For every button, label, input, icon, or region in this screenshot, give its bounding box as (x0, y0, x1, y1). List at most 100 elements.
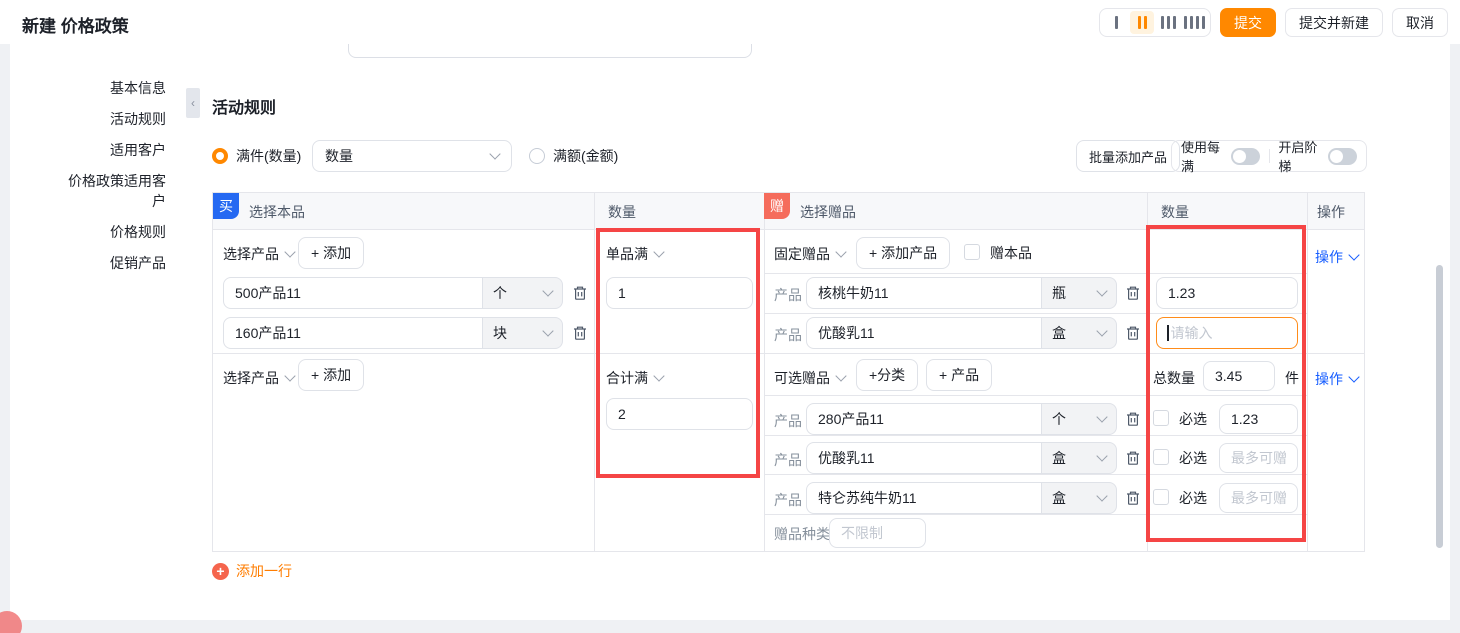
unit-select[interactable]: 盒 (1041, 482, 1117, 514)
gift-qty-input[interactable] (1219, 443, 1298, 473)
delete-row-icon[interactable] (1125, 450, 1141, 466)
sidebar-item-activity-rules[interactable]: 活动规则 (46, 109, 166, 129)
radio-by-amount[interactable] (529, 148, 545, 164)
gift-name-input[interactable] (806, 482, 1042, 514)
unit-select[interactable]: 盒 (1041, 442, 1117, 474)
gift-name-input[interactable] (806, 317, 1042, 349)
qty-input[interactable] (606, 277, 753, 309)
total-qty-input[interactable] (1203, 361, 1275, 391)
density-switcher[interactable] (1099, 8, 1211, 37)
density-option-4[interactable] (1182, 11, 1206, 34)
radio-by-quantity[interactable] (212, 148, 228, 164)
chevron-down-icon (1348, 371, 1359, 382)
scrolled-field-partial[interactable] (348, 44, 752, 58)
chevron-down-icon (1096, 285, 1107, 296)
quantity-type-select-value: 数量 (325, 146, 353, 166)
unit-select[interactable]: 块 (482, 317, 563, 349)
gift-name-input[interactable] (806, 442, 1042, 474)
vertical-scrollbar[interactable] (1436, 265, 1443, 548)
chevron-down-icon (1096, 490, 1107, 501)
gift-qty-input[interactable] (1219, 483, 1298, 513)
chevron-down-icon (1096, 325, 1107, 336)
submit-button[interactable]: 提交 (1220, 8, 1276, 37)
required-checkbox[interactable] (1153, 410, 1169, 426)
gift-self-checkbox[interactable] (964, 244, 980, 260)
sidebar-item-basic-info[interactable]: 基本信息 (46, 78, 166, 98)
gift-type-dropdown[interactable]: 可选赠品 (774, 368, 845, 388)
gift-type-dropdown[interactable]: 固定赠品 (774, 244, 845, 264)
col-header-gift-qty: 数量 (1161, 202, 1189, 222)
unit-select[interactable]: 盒 (1041, 317, 1117, 349)
density-option-1[interactable] (1104, 11, 1128, 34)
toggle-divider (1269, 149, 1270, 163)
radio-by-amount-label: 满额(金额) (553, 146, 618, 166)
add-row-label: 添加一行 (236, 561, 292, 581)
gift-name-input[interactable] (806, 277, 1042, 309)
chevron-down-icon (835, 246, 846, 257)
sidebar-item-applicable-customers[interactable]: 适用客户 (46, 140, 166, 160)
title-bar-actions: 提交 提交并新建 取消 (1099, 8, 1448, 37)
row-action-dropdown[interactable]: 操作 (1307, 247, 1366, 267)
add-category-button[interactable]: +分类 (856, 359, 918, 391)
unit-select[interactable]: 个 (482, 277, 563, 309)
chevron-down-icon (284, 246, 295, 257)
unit-select[interactable]: 瓶 (1041, 277, 1117, 309)
chevron-down-icon (542, 285, 553, 296)
qty-input[interactable] (606, 398, 753, 430)
chevron-down-icon (653, 246, 664, 257)
gift-qty-input[interactable] (1156, 277, 1298, 309)
radio-by-quantity-label: 满件(数量) (236, 146, 301, 166)
product-selector-dropdown[interactable]: 选择产品 (223, 244, 294, 264)
density-option-3[interactable] (1156, 11, 1180, 34)
sidebar-item-promo-products[interactable]: 促销产品 (46, 253, 166, 273)
submit-and-new-button[interactable]: 提交并新建 (1285, 8, 1383, 37)
add-gift-product-button[interactable]: + 产品 (926, 359, 992, 391)
unit-select[interactable]: 个 (1041, 403, 1117, 435)
row-action-dropdown[interactable]: 操作 (1307, 369, 1366, 389)
required-checkbox[interactable] (1153, 489, 1169, 505)
delete-row-icon[interactable] (572, 325, 588, 341)
add-product-button[interactable]: + 添加 (298, 359, 364, 391)
product-row-label: 产品 (774, 285, 802, 305)
delete-row-icon[interactable] (572, 285, 588, 301)
col-header-product: 选择本品 (249, 202, 305, 222)
batch-add-products-button[interactable]: 批量添加产品 (1076, 140, 1180, 172)
gift-name-input[interactable] (806, 403, 1042, 435)
gift-qty-input-focused[interactable]: 请输入 (1156, 317, 1298, 349)
product-name-input[interactable] (223, 277, 483, 309)
collapse-icon: ‹ (191, 96, 195, 110)
add-gift-product-button[interactable]: + 添加产品 (856, 237, 950, 269)
delete-row-icon[interactable] (1125, 285, 1141, 301)
text-caret (1167, 325, 1169, 341)
product-name-input[interactable] (223, 317, 483, 349)
delete-row-icon[interactable] (1125, 325, 1141, 341)
product-row-label: 产品 (774, 411, 802, 431)
page: 新建 价格政策 提交 提交并新建 取消 基本信息 活动规则 适用客户 价格政策适… (0, 0, 1460, 633)
chevron-down-icon (653, 370, 664, 381)
gift-qty-input[interactable] (1219, 404, 1298, 434)
delete-row-icon[interactable] (1125, 490, 1141, 506)
add-product-button[interactable]: + 添加 (298, 237, 364, 269)
gift-kind-input[interactable] (829, 518, 926, 548)
collapse-sidebar-button[interactable]: ‹ (186, 88, 200, 118)
required-checkbox[interactable] (1153, 449, 1169, 465)
delete-row-icon[interactable] (1125, 411, 1141, 427)
per-full-toggle[interactable] (1231, 148, 1260, 165)
qty-type-dropdown[interactable]: 单品满 (606, 244, 663, 264)
chevron-down-icon (489, 148, 500, 159)
chevron-down-icon (1096, 411, 1107, 422)
product-selector-dropdown[interactable]: 选择产品 (223, 368, 294, 388)
ladder-toggle[interactable] (1328, 148, 1357, 165)
quantity-type-select[interactable]: 数量 (312, 140, 512, 172)
buy-badge: 买 (213, 193, 239, 219)
sidebar-item-price-rules[interactable]: 价格规则 (46, 222, 166, 242)
col-header-gift: 选择赠品 (800, 202, 856, 222)
gift-badge: 赠 (764, 193, 790, 219)
density-option-2[interactable] (1130, 11, 1154, 34)
cancel-button[interactable]: 取消 (1392, 8, 1448, 37)
sidebar-item-policy-customers[interactable]: 价格政策适用客户 (60, 171, 166, 211)
qty-type-dropdown[interactable]: 合计满 (606, 368, 663, 388)
anchor-nav: 基本信息 活动规则 适用客户 价格政策适用客户 价格规则 促销产品 (46, 78, 166, 284)
plus-icon: + (212, 563, 229, 580)
add-row-link[interactable]: + 添加一行 (212, 561, 292, 581)
